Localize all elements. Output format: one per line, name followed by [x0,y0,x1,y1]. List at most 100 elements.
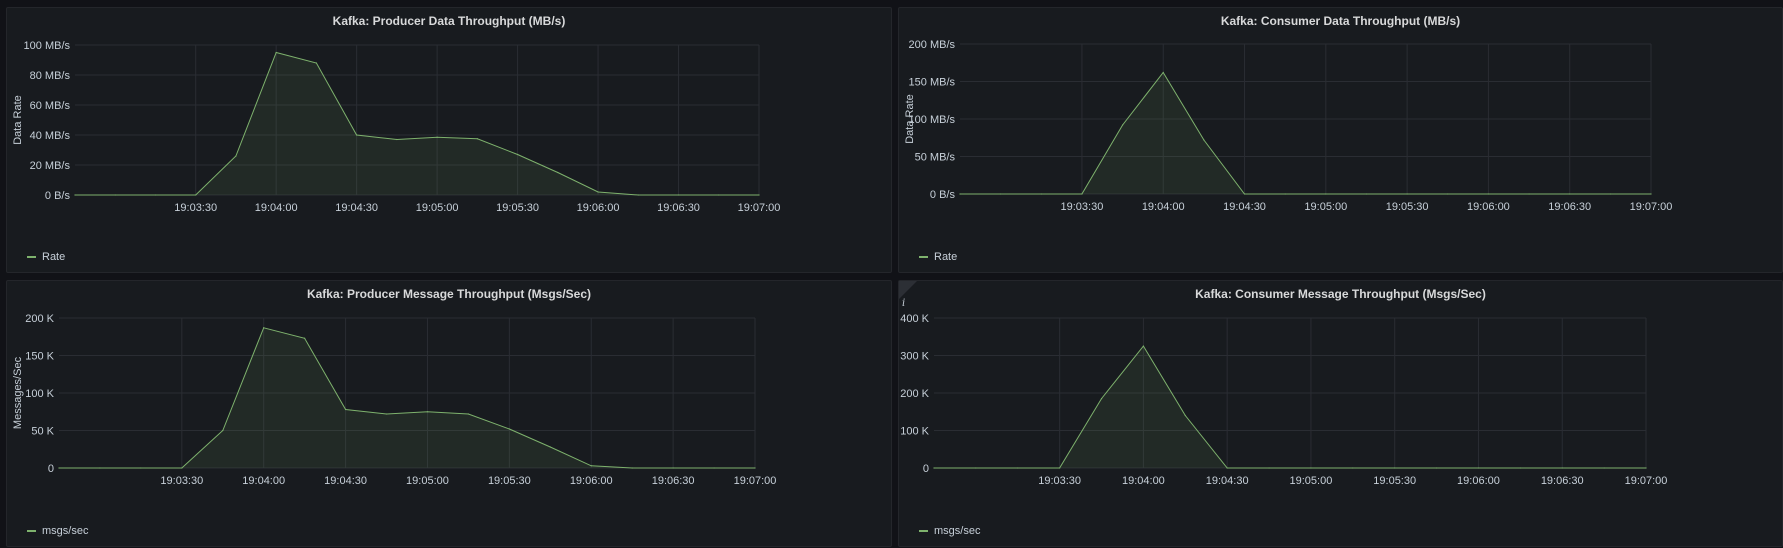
data-point [718,194,720,196]
data-point [396,138,398,141]
data-point [1561,467,1563,469]
data-point [1609,193,1611,195]
y-tick-label: 100 MB/s [24,40,71,52]
data-point [1394,467,1396,469]
x-tick-label: 19:06:30 [1541,475,1584,487]
x-tick-label: 19:03:30 [160,475,203,487]
data-point [713,467,715,469]
x-tick-label: 19:07:00 [1625,475,1668,487]
y-tick-label: 50 K [31,426,54,438]
data-point [933,467,935,469]
data-point [754,467,756,469]
data-point [385,413,388,415]
data-point [1100,398,1103,400]
data-point [275,51,277,54]
consumer-data-throughput-panel[interactable]: Kafka: Consumer Data Throughput (MB/s) 0… [898,7,1783,273]
y-tick-label: 200 K [900,388,929,400]
data-point [637,194,639,196]
data-point [1184,414,1186,417]
producer-message-throughput-panel[interactable]: Kafka: Producer Message Throughput (Msgs… [6,280,892,547]
data-point [58,467,60,469]
consumer-message-throughput-panel[interactable]: i Kafka: Consumer Message Throughput (Ms… [898,280,1783,547]
data-point [140,467,142,469]
data-point [1059,467,1061,469]
x-tick-label: 19:05:30 [1373,475,1416,487]
data-point [344,408,347,411]
x-tick-label: 19:05:00 [1290,475,1333,487]
legend[interactable]: Rate [919,251,957,263]
x-tick-label: 19:06:00 [1457,475,1500,487]
legend[interactable]: msgs/sec [919,525,980,537]
data-point [1528,193,1530,195]
x-tick-label: 19:04:30 [324,475,367,487]
data-point [1406,193,1408,195]
data-point [758,194,760,196]
producer-data-throughput-panel[interactable]: Kafka: Producer Data Throughput (MB/s) 0… [6,7,892,273]
data-point [1645,467,1647,469]
legend-label: msgs/sec [42,525,89,537]
data-point [315,62,318,64]
x-tick-label: 19:06:00 [577,202,620,214]
data-point [1352,467,1354,469]
y-tick-label: 300 K [900,351,929,363]
x-tick-label: 19:04:00 [242,475,285,487]
producer-message-throughput-chart: 0 50 K 100 K 150 K 200 K 19:03:30 19:04:00 19:0… [12,313,777,487]
x-tick-label: 19:03:30 [1061,201,1104,213]
legend[interactable]: Rate [27,251,65,263]
x-tick-label: 19:07:00 [734,475,777,487]
data-point [1569,193,1571,195]
data-point [436,136,438,138]
legend-swatch [919,256,928,258]
data-point [672,467,674,469]
consumer-data-throughput-chart: 0 B/s50 MB/s100 MB/s150 MB/s200 MB/s19:0… [904,39,1672,213]
y-tick-label: 0 B/s [930,189,956,201]
x-tick-label: 19:05:30 [1386,201,1429,213]
y-axis-label: Messages/Sec [12,356,24,429]
data-point [114,194,116,196]
x-tick-label: 19:04:00 [255,202,298,214]
x-tick-label: 19:06:30 [652,475,695,487]
data-point [590,465,592,467]
y-axis-label: Data Rate [904,94,916,144]
data-point [74,194,76,196]
data-point [1477,467,1480,469]
series-area [960,72,1651,194]
data-point [1000,193,1002,195]
data-point [959,193,961,195]
data-point [516,153,519,156]
data-point [304,337,306,339]
data-point [1226,467,1228,469]
data-point [1435,467,1438,469]
data-point [1447,193,1449,195]
y-tick-label: 150 MB/s [909,77,956,89]
data-point [476,138,478,140]
data-point [1603,467,1605,469]
legend[interactable]: msgs/sec [27,525,88,537]
x-tick-label: 19:07:00 [738,202,781,214]
legend-label: msgs/sec [934,525,981,537]
y-tick-label: 20 MB/s [30,160,71,172]
data-point [222,429,224,432]
y-tick-label: 0 [48,463,54,475]
legend-label: Rate [42,251,66,263]
series-area [934,346,1646,468]
series-line[interactable] [934,345,1646,469]
data-point [1121,124,1124,126]
data-point [557,171,559,174]
y-tick-label: 200 K [25,313,54,325]
legend-swatch [27,530,36,532]
series-line[interactable] [960,71,1651,195]
data-point [426,411,429,413]
data-point [677,194,680,196]
y-tick-label: 100 K [25,388,54,400]
data-point [1162,71,1164,74]
data-point [1268,467,1270,469]
x-tick-label: 19:06:30 [1548,201,1591,213]
x-tick-label: 19:04:30 [335,202,378,214]
data-point [1325,193,1327,195]
y-tick-label: 0 [923,463,929,475]
x-tick-label: 19:04:00 [1142,201,1185,213]
y-tick-label: 0 B/s [45,190,71,202]
x-tick-label: 19:05:00 [1304,201,1347,213]
data-point [356,134,358,136]
